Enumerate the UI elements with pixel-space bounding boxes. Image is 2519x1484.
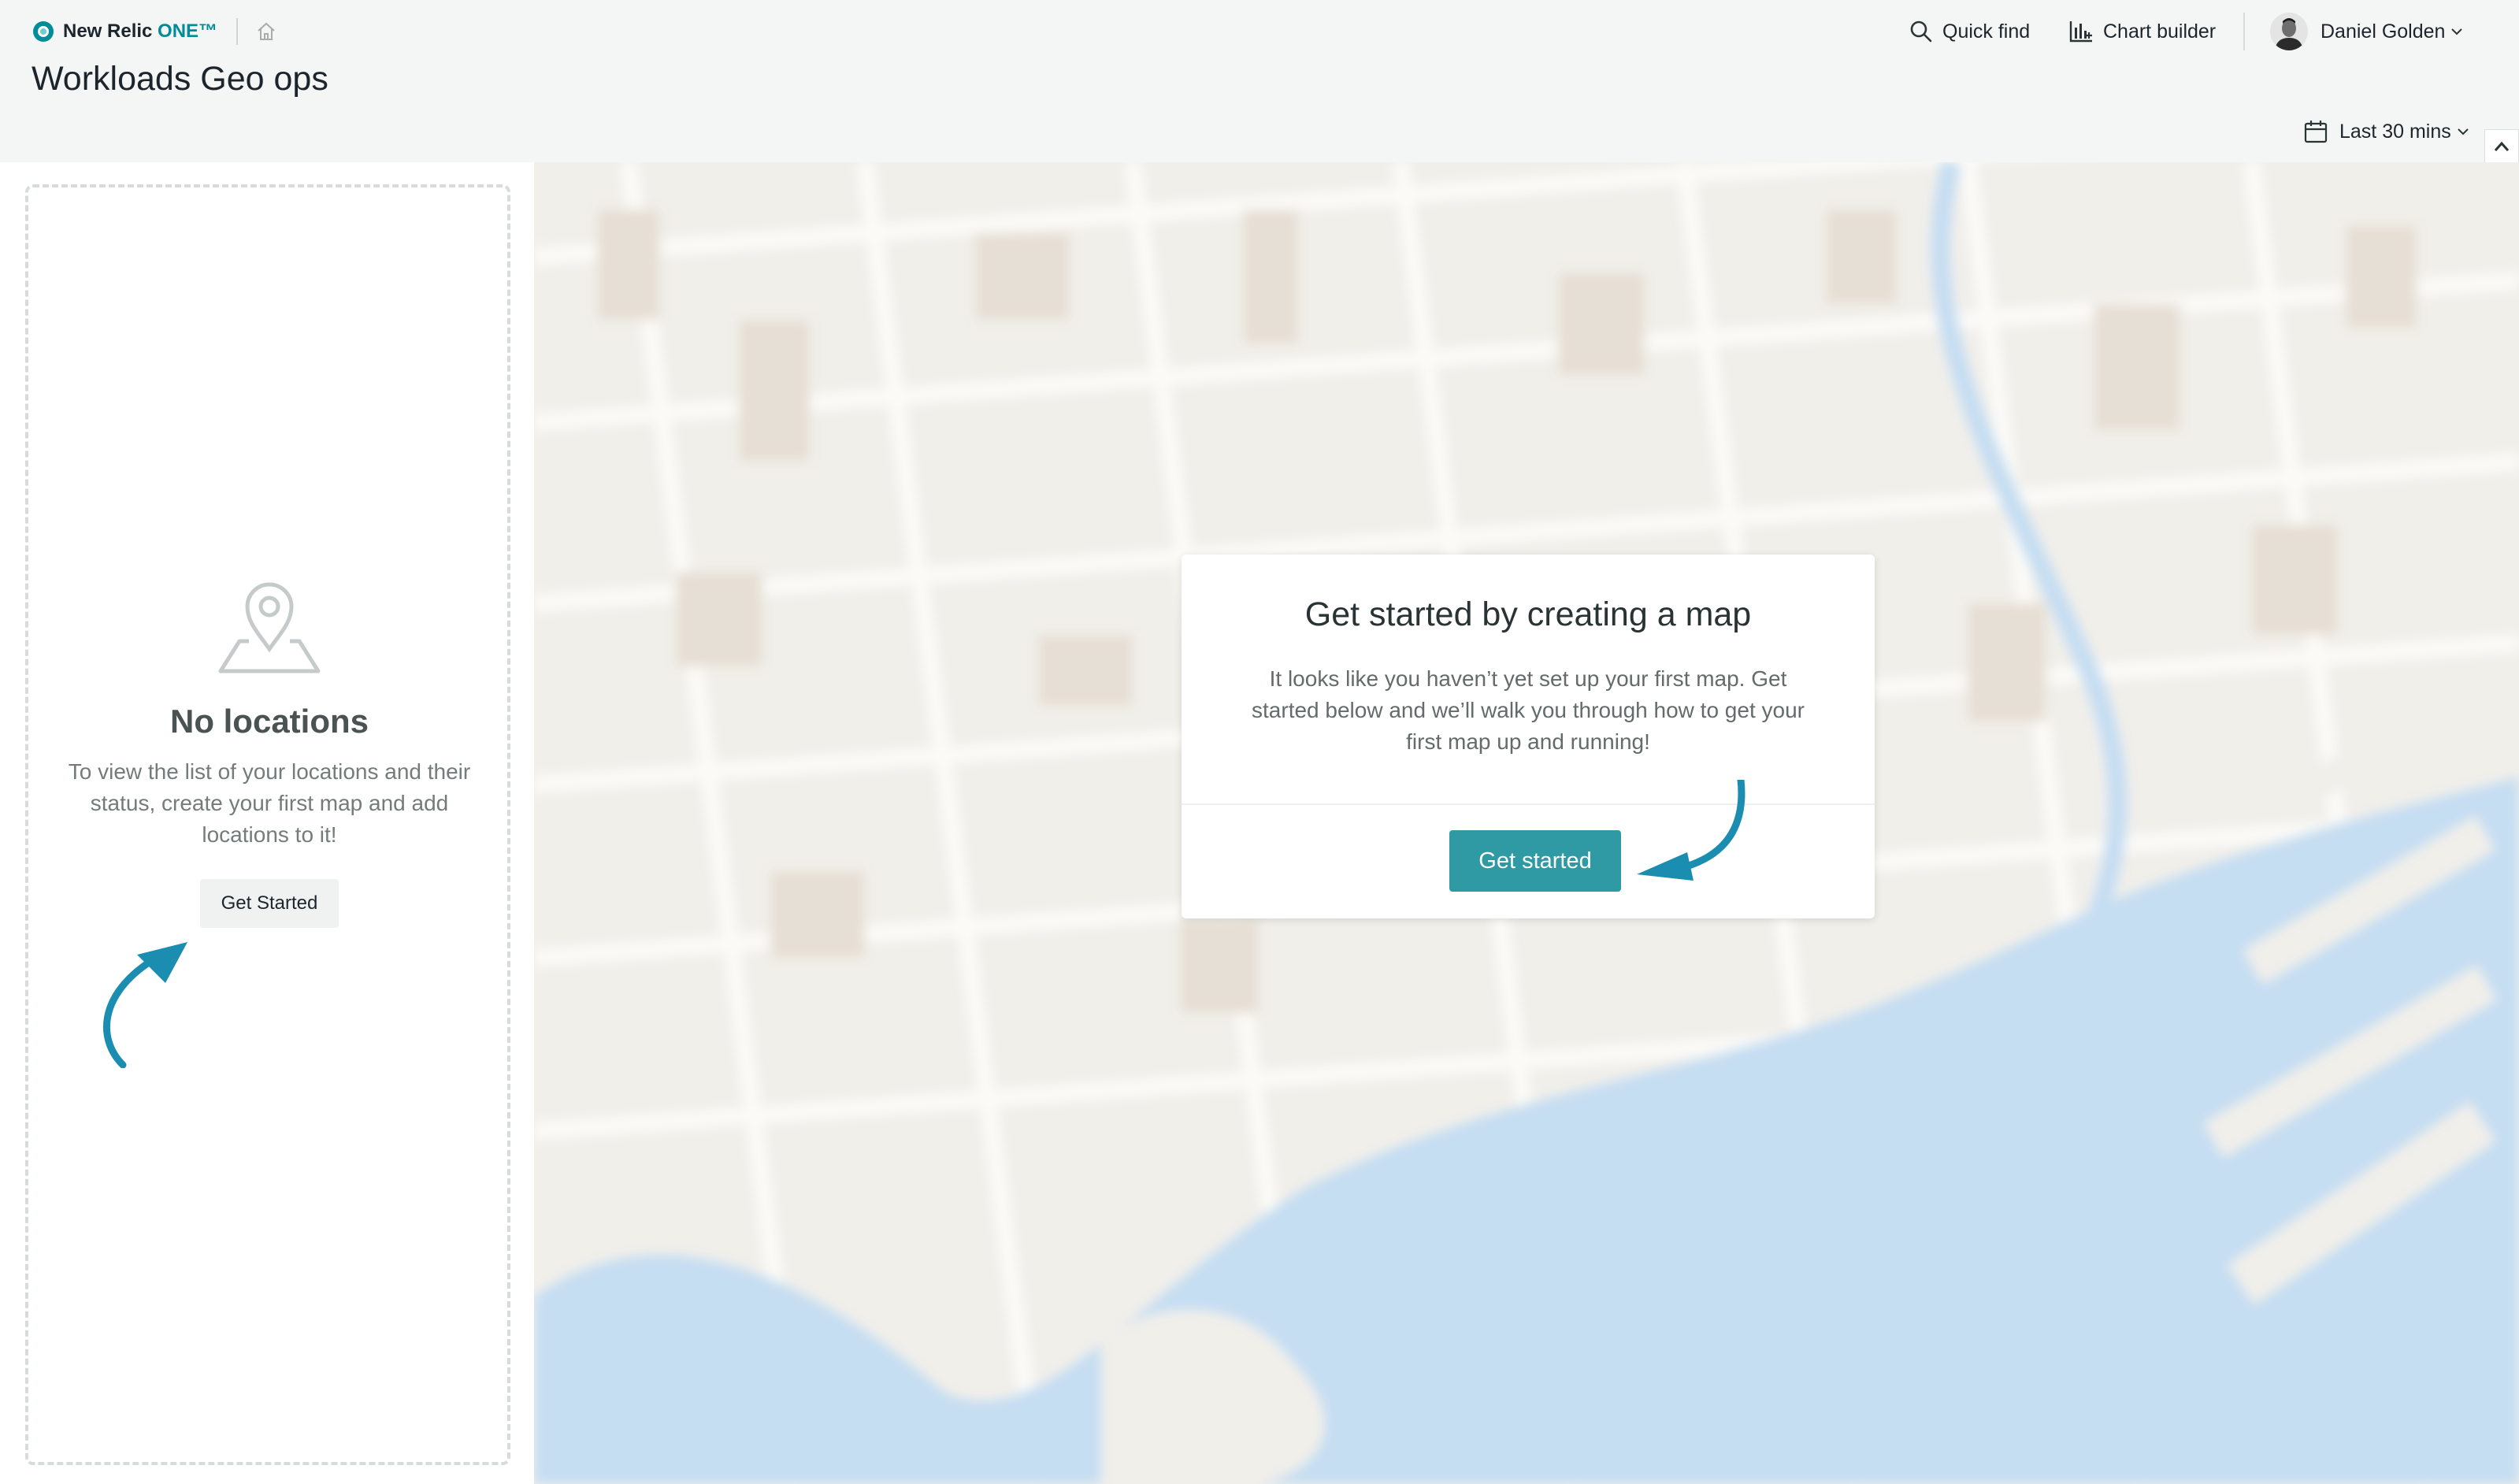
brand-divider xyxy=(236,18,239,45)
map-pin-icon xyxy=(218,582,321,673)
empty-state-description: To view the list of your locations and t… xyxy=(68,759,471,847)
chart-builder-button[interactable]: Chart builder xyxy=(2068,16,2216,47)
collapse-header-button[interactable] xyxy=(2484,129,2519,164)
chevron-down-icon xyxy=(2458,128,2469,135)
dialog-divider xyxy=(1182,803,1875,805)
search-icon xyxy=(1910,20,1932,43)
create-map-dialog: Get started by creating a map It looks l… xyxy=(1182,555,1875,918)
chevron-down-icon xyxy=(2451,28,2463,35)
dialog-body: It looks like you haven’t yet set up you… xyxy=(1252,666,1805,754)
brand[interactable]: New Relic ONE™ xyxy=(32,17,277,46)
arrow-annotation-icon xyxy=(1637,780,1745,881)
arrow-annotation-icon xyxy=(102,942,187,1068)
new-relic-logo-icon xyxy=(33,21,54,42)
brand-name: New Relic ONE™ xyxy=(63,20,218,42)
quick-find-label: Quick find xyxy=(1942,20,2031,43)
user-name: Daniel Golden xyxy=(2321,20,2446,43)
dialog-title: Get started by creating a map xyxy=(1304,595,1752,633)
quick-find-button[interactable]: Quick find xyxy=(1909,16,2030,47)
chart-builder-icon xyxy=(2069,21,2092,43)
home-icon[interactable] xyxy=(255,20,277,43)
user-menu[interactable]: Daniel Golden xyxy=(2270,11,2463,52)
page-title: Workloads Geo ops xyxy=(32,60,328,98)
time-picker[interactable]: Last 30 mins xyxy=(2303,115,2469,148)
chevron-up-icon xyxy=(2494,141,2510,151)
get-started-button[interactable]: Get started xyxy=(1449,830,1621,892)
calendar-icon xyxy=(2304,121,2328,143)
empty-state-title: No locations xyxy=(169,703,369,740)
nav-divider xyxy=(2243,13,2245,50)
time-picker-label: Last 30 mins xyxy=(2339,120,2451,143)
chart-builder-label: Chart builder xyxy=(2103,20,2217,43)
get-started-panel-button[interactable]: Get Started xyxy=(200,879,339,928)
avatar xyxy=(2270,13,2308,50)
